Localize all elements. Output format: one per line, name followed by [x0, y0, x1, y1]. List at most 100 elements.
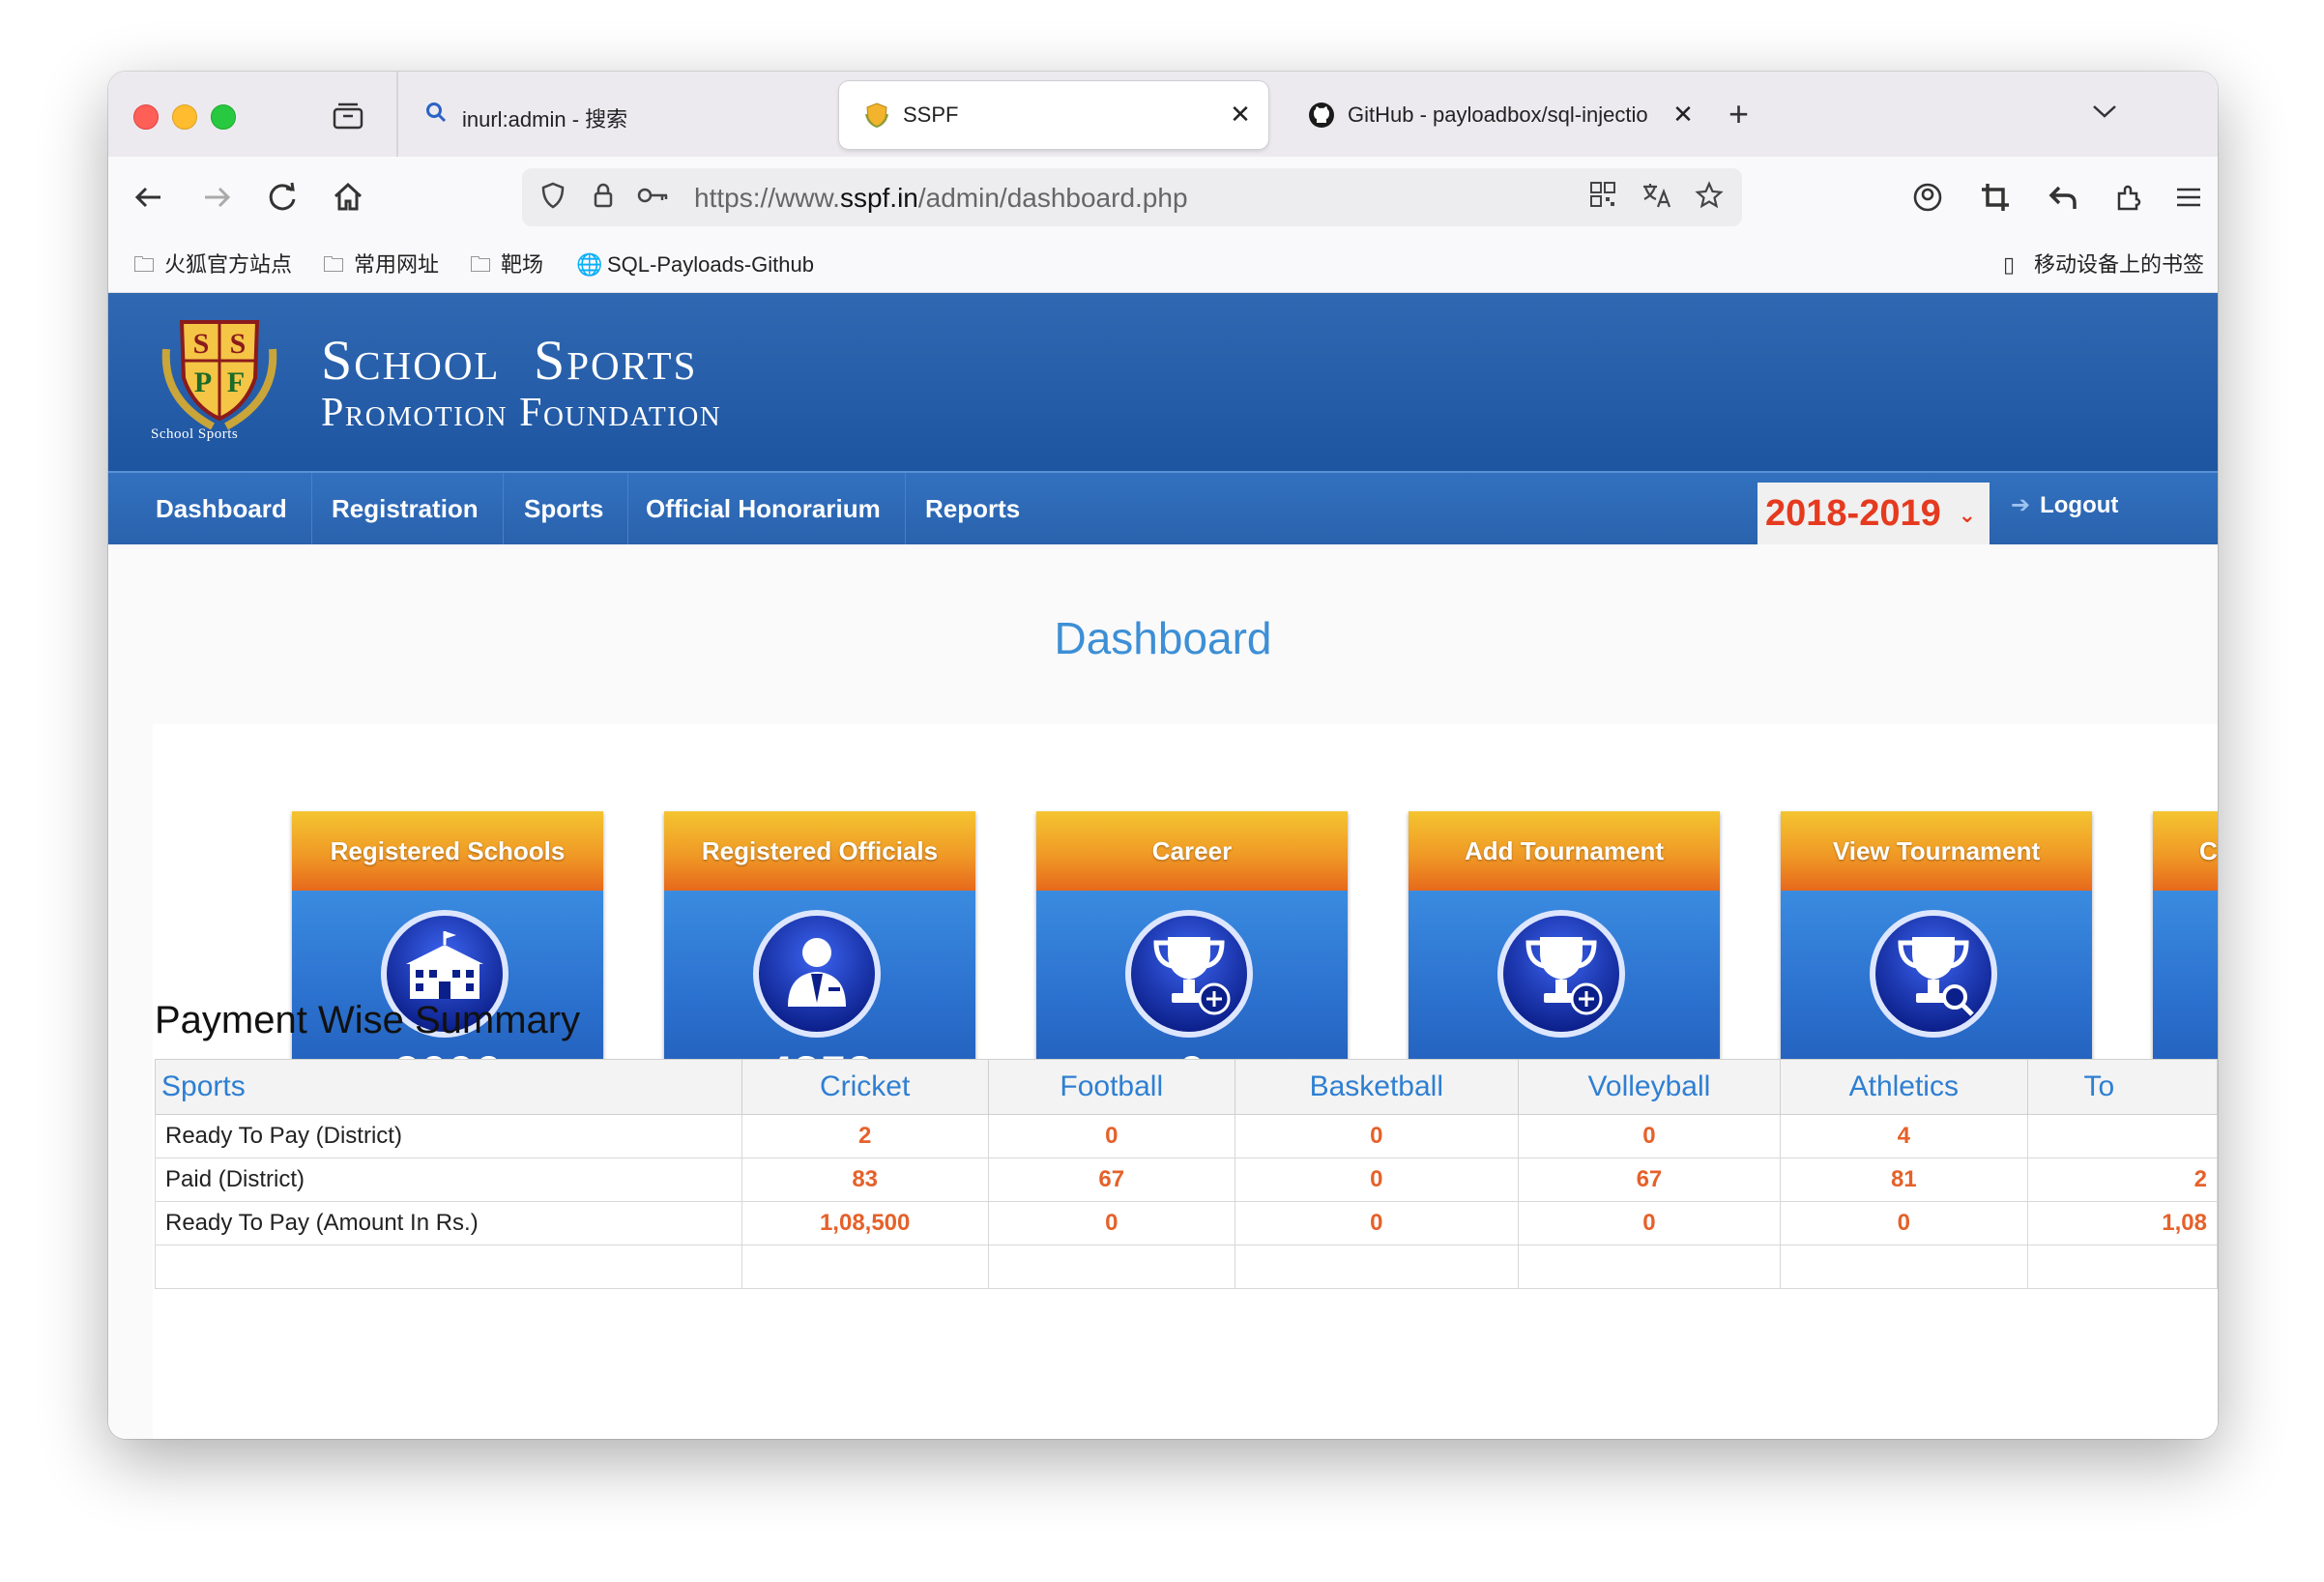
table-cell	[2026, 1245, 2218, 1289]
tab-label: GitHub - payloadbox/sql-injectio	[1348, 103, 1648, 127]
close-tab-icon[interactable]: ✕	[1226, 99, 1255, 130]
forward-icon[interactable]	[195, 176, 238, 219]
row-label: Paid (District)	[155, 1157, 742, 1202]
svg-text:S: S	[230, 328, 247, 360]
svg-text:F: F	[227, 366, 245, 398]
card-title: Add Tournament	[1409, 811, 1720, 891]
table-cell: 0	[1517, 1114, 1782, 1158]
close-tab-icon[interactable]: ✕	[1669, 99, 1698, 130]
trophy-add-icon	[1121, 906, 1257, 1041]
new-tab-icon[interactable]: +	[1728, 93, 1749, 135]
table-cell: 67	[1517, 1157, 1782, 1202]
star-icon[interactable]	[1692, 180, 1727, 215]
table-cell: 81	[1780, 1157, 2028, 1202]
sspf-favicon	[862, 101, 891, 130]
search-icon	[421, 101, 450, 130]
page-title: Dashboard	[1054, 613, 1272, 663]
navigation-toolbar: https://www.sspf.in/admin/dashboard.php	[108, 157, 2218, 238]
table-row	[155, 1245, 2218, 1289]
column-header: Football	[987, 1059, 1235, 1115]
table-cell: 1,08,500	[741, 1201, 989, 1245]
chevron-down-icon[interactable]	[2090, 97, 2119, 128]
table-cell	[741, 1245, 989, 1289]
back-icon[interactable]	[128, 176, 170, 219]
bookmarks-bar: 🗀 火狐官方站点 🗀 常用网址 🗀 靶场 🌐 SQL-Payloads-Github ▯…	[108, 238, 2218, 293]
column-header: Basketball	[1234, 1059, 1519, 1115]
translate-icon[interactable]	[1640, 180, 1674, 215]
table-cell: 67	[987, 1157, 1235, 1202]
logout-link[interactable]: ➔ Logout	[2011, 486, 2118, 525]
table-row: Ready To Pay (District) 2 0 0 0 4	[155, 1114, 2218, 1158]
table-cell	[2026, 1114, 2218, 1158]
table-cell: 0	[1780, 1201, 2028, 1245]
url-text[interactable]: https://www.sspf.in/admin/dashboard.php	[694, 183, 1188, 214]
nav-registration[interactable]: Registration	[307, 473, 504, 544]
account-icon[interactable]	[1906, 176, 1949, 219]
folder-icon: 🗀	[133, 252, 156, 277]
row-label: Ready To Pay (Amount In Rs.)	[155, 1201, 742, 1245]
svg-text:P: P	[194, 366, 212, 398]
bookmark-item[interactable]: 🗀 常用网址	[323, 249, 439, 280]
home-icon[interactable]	[327, 176, 369, 219]
extensions-icon[interactable]	[2109, 176, 2152, 219]
table-cell: 0	[1234, 1201, 1519, 1245]
table-cell	[1517, 1245, 1782, 1289]
browser-window: inurl:admin - 搜索 ✕ SSPF ✕ GitHub - paylo…	[108, 72, 2218, 1439]
trophy-search-icon	[1866, 906, 2001, 1041]
payment-summary-table: Sports Cricket Football Basketball Volle…	[155, 1059, 2218, 1289]
undo-icon[interactable]	[2042, 176, 2084, 219]
table-cell: 1,08	[2026, 1201, 2218, 1245]
bookmark-item[interactable]: 🗀 靶场	[470, 249, 543, 280]
column-header: Cricket	[741, 1059, 989, 1115]
qr-code-icon[interactable]	[1585, 180, 1620, 215]
tab-sspf[interactable]: SSPF ✕	[839, 81, 1268, 149]
chevron-down-icon: ⌄	[1958, 503, 1976, 527]
card-title: Registered Schools	[292, 811, 603, 891]
minimize-window-button[interactable]	[172, 104, 197, 130]
menu-icon[interactable]	[2167, 176, 2210, 219]
site-title: School Sports	[321, 329, 698, 392]
table-cell	[987, 1245, 1235, 1289]
folder-icon: 🗀	[323, 252, 345, 277]
nav-official-honorarium[interactable]: Official Honorarium	[622, 473, 906, 544]
lock-icon[interactable]	[586, 180, 621, 215]
table-cell: 0	[987, 1114, 1235, 1158]
logout-arrow-icon: ➔	[2011, 492, 2031, 518]
svg-text:S: S	[193, 328, 210, 360]
payment-summary-title: Payment Wise Summary	[155, 999, 581, 1041]
close-window-button[interactable]	[133, 104, 159, 130]
shield-icon[interactable]	[536, 180, 570, 215]
table-cell: 83	[741, 1157, 989, 1202]
folder-icon: 🗀	[470, 252, 492, 277]
github-icon	[1307, 101, 1336, 130]
crop-icon[interactable]	[1974, 176, 2017, 219]
card-title: Change Pa	[2153, 811, 2218, 891]
table-cell: 0	[1517, 1201, 1782, 1245]
nav-reports[interactable]: Reports	[901, 473, 1044, 544]
main-navigation: Dashboard Registration Sports Official H…	[108, 471, 2218, 544]
table-cell: 0	[1234, 1114, 1519, 1158]
tab-github[interactable]: GitHub - payloadbox/sql-injectio ✕	[1284, 81, 1738, 149]
table-cell: 4	[1780, 1114, 2028, 1158]
tab-list-icon[interactable]	[331, 101, 365, 132]
tab-label: SSPF	[903, 103, 959, 127]
globe-icon: 🌐	[576, 252, 603, 277]
mobile-bookmarks[interactable]: ▯ 移动设备上的书签	[2003, 249, 2204, 280]
bookmark-item[interactable]: 🌐 SQL-Payloads-Github	[576, 249, 814, 280]
bookmark-item[interactable]: 🗀 火狐官方站点	[133, 249, 292, 280]
card-title: View Tournament	[1781, 811, 2092, 891]
tab-label: inurl:admin - 搜索	[462, 107, 628, 132]
reload-icon[interactable]	[261, 176, 304, 219]
nav-dashboard[interactable]: Dashboard	[131, 473, 312, 544]
column-header: To	[2026, 1059, 2218, 1115]
tab-bar: inurl:admin - 搜索 ✕ SSPF ✕ GitHub - paylo…	[108, 72, 2218, 157]
year-value: 2018-2019	[1765, 493, 1941, 534]
table-cell: 0	[987, 1201, 1235, 1245]
address-bar[interactable]: https://www.sspf.in/admin/dashboard.php	[522, 168, 1742, 226]
year-select[interactable]: 2018-2019 ⌄	[1758, 483, 1990, 544]
key-icon[interactable]	[636, 180, 671, 215]
column-header: Volleyball	[1517, 1059, 1782, 1115]
nav-sports[interactable]: Sports	[500, 473, 629, 544]
column-header: Athletics	[1780, 1059, 2028, 1115]
maximize-window-button[interactable]	[211, 104, 236, 130]
